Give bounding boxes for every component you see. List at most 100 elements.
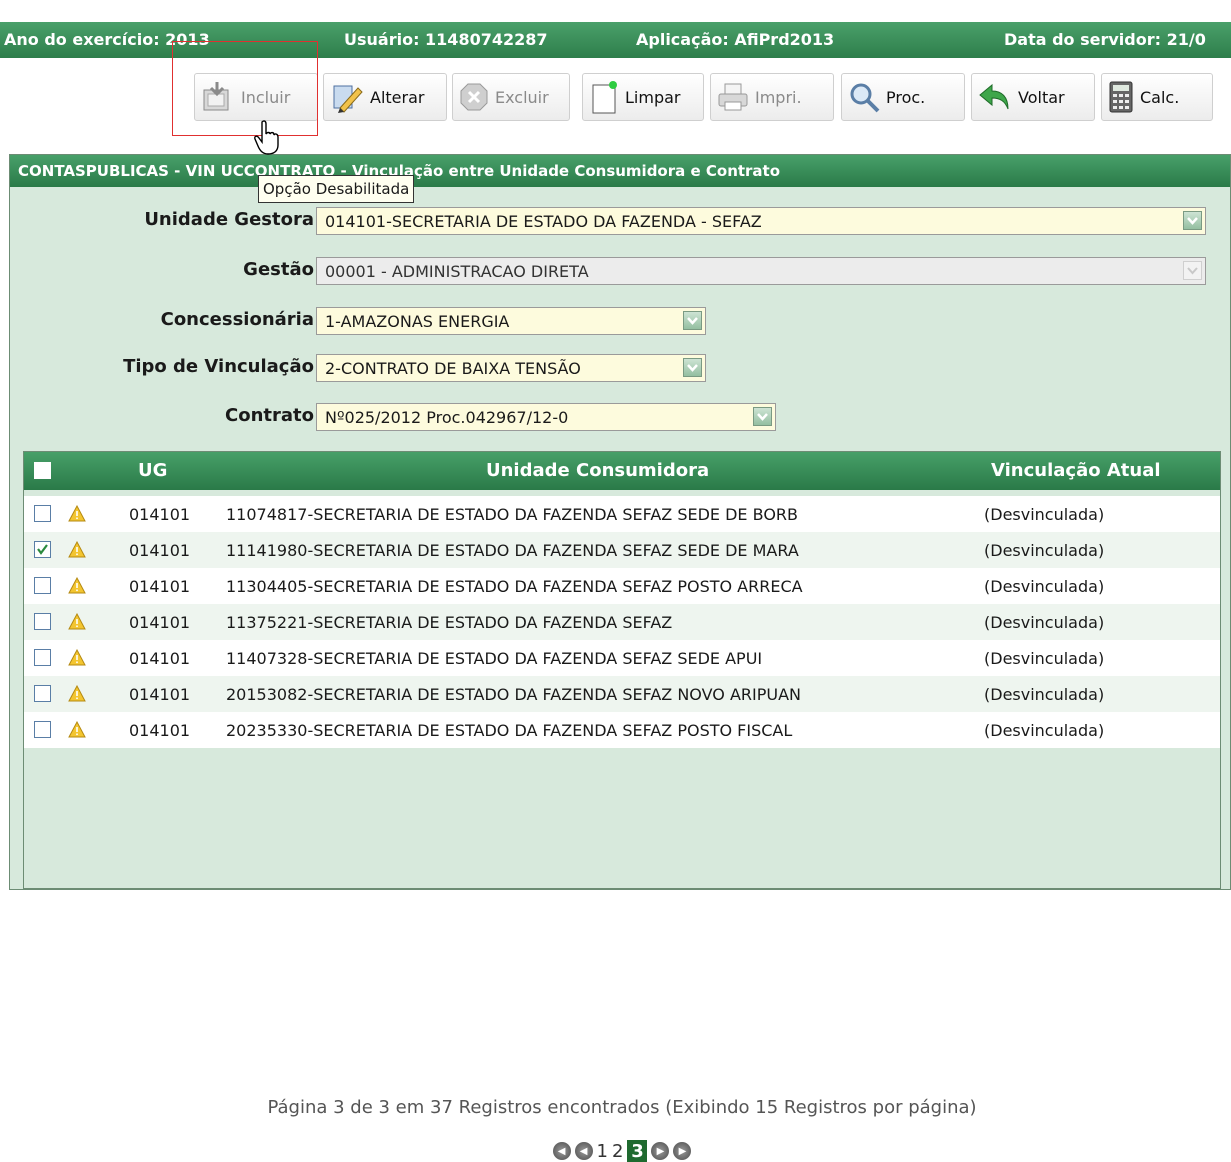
gestao-label: Gestão bbox=[243, 259, 314, 280]
calculator-icon bbox=[1109, 81, 1133, 113]
table-row[interactable]: 014101 20235330-SECRETARIA DE ESTADO DA F… bbox=[24, 712, 1220, 748]
row-vinculacao: (Desvinculada) bbox=[984, 685, 1105, 704]
table-row[interactable]: 014101 20153082-SECRETARIA DE ESTADO DA F… bbox=[24, 676, 1220, 712]
table-row[interactable]: 014101 11375221-SECRETARIA DE ESTADO DA F… bbox=[24, 604, 1220, 640]
row-vinculacao: (Desvinculada) bbox=[984, 721, 1105, 740]
table-row[interactable]: 014101 11407328-SECRETARIA DE ESTADO DA F… bbox=[24, 640, 1220, 676]
row-unidade: 11074817-SECRETARIA DE ESTADO DA FAZENDA… bbox=[226, 505, 799, 524]
row-checkbox[interactable] bbox=[34, 721, 51, 738]
excluir-button[interactable]: Excluir bbox=[452, 73, 570, 121]
warning-icon bbox=[68, 648, 86, 670]
warning-icon bbox=[68, 720, 86, 742]
page-current[interactable]: 3 bbox=[627, 1140, 648, 1162]
tipo-vinculacao-select[interactable]: 2-CONTRATO DE BAIXA TENSÃO bbox=[316, 354, 706, 382]
row-checkbox[interactable] bbox=[34, 649, 51, 666]
voltar-button[interactable]: Voltar bbox=[971, 73, 1095, 121]
main-panel: CONTASPUBLICAS - VIN UCCONTRATO - Vincul… bbox=[9, 154, 1231, 1162]
row-vinculacao: (Desvinculada) bbox=[984, 613, 1105, 632]
disabled-tooltip: Opção Desabilitada bbox=[258, 175, 415, 203]
limpar-button[interactable]: Limpar bbox=[582, 73, 704, 121]
unidade-gestora-label: Unidade Gestora bbox=[144, 209, 314, 230]
chevron-down-icon[interactable] bbox=[683, 311, 702, 330]
edit-icon bbox=[333, 85, 363, 113]
proc-button[interactable]: Proc. bbox=[841, 73, 965, 121]
alterar-button[interactable]: Alterar bbox=[323, 73, 447, 121]
delete-icon bbox=[460, 83, 488, 111]
data-servidor: Data do servidor: 21/0 bbox=[1004, 30, 1206, 49]
new-document-icon bbox=[592, 81, 617, 114]
search-icon bbox=[850, 83, 880, 113]
tipo-vinculacao-label: Tipo de Vinculação bbox=[123, 356, 314, 377]
chevron-down-icon[interactable] bbox=[753, 407, 772, 426]
concessionaria-label: Concessionária bbox=[160, 309, 314, 330]
excluir-label: Excluir bbox=[495, 87, 549, 107]
chevron-down-icon[interactable] bbox=[683, 358, 702, 377]
row-checkbox[interactable] bbox=[34, 613, 51, 630]
table-row[interactable]: 014101 11304405-SECRETARIA DE ESTADO DA F… bbox=[24, 568, 1220, 604]
pager: ◀ ◀ 1 2 3 ▶ ▶ bbox=[24, 1140, 1220, 1162]
row-ug: 014101 bbox=[129, 721, 191, 740]
row-ug: 014101 bbox=[129, 613, 191, 632]
row-ug: 014101 bbox=[129, 505, 191, 524]
next-page-icon[interactable]: ▶ bbox=[651, 1142, 670, 1160]
page-link-1[interactable]: 1 bbox=[597, 1141, 608, 1162]
row-unidade: 11141980-SECRETARIA DE ESTADO DA FAZENDA… bbox=[226, 541, 799, 560]
row-ug: 014101 bbox=[129, 685, 191, 704]
gestao-select[interactable]: 00001 - ADMINISTRACAO DIRETA bbox=[316, 257, 1206, 285]
row-vinculacao: (Desvinculada) bbox=[984, 505, 1105, 524]
table-row[interactable]: 014101 11074817-SECRETARIA DE ESTADO DA F… bbox=[24, 496, 1220, 532]
row-unidade: 11407328-SECRETARIA DE ESTADO DA FAZENDA… bbox=[226, 649, 763, 668]
unidade-gestora-select[interactable]: 014101-SECRETARIA DE ESTADO DA FAZENDA -… bbox=[316, 207, 1206, 235]
back-arrow-icon bbox=[979, 83, 1009, 110]
row-checkbox[interactable] bbox=[34, 577, 51, 594]
warning-icon bbox=[68, 576, 86, 598]
concessionaria-select[interactable]: 1-AMAZONAS ENERGIA bbox=[316, 307, 706, 335]
usuario: Usuário: 11480742287 bbox=[344, 30, 548, 49]
warning-icon bbox=[68, 540, 86, 562]
row-checkbox[interactable] bbox=[34, 505, 51, 522]
page-link-2[interactable]: 2 bbox=[612, 1141, 623, 1162]
row-vinculacao: (Desvinculada) bbox=[984, 541, 1105, 560]
row-ug: 014101 bbox=[129, 541, 191, 560]
chevron-down-icon[interactable] bbox=[1183, 211, 1202, 230]
contrato-value: Nº025/2012 Proc.042967/12-0 bbox=[325, 408, 569, 427]
row-vinculacao: (Desvinculada) bbox=[984, 649, 1105, 668]
voltar-label: Voltar bbox=[1018, 87, 1065, 107]
contrato-label: Contrato bbox=[225, 405, 314, 426]
calc-label: Calc. bbox=[1140, 87, 1180, 107]
table-row[interactable]: 014101 11141980-SECRETARIA DE ESTADO DA F… bbox=[24, 532, 1220, 568]
unidade-gestora-value: 014101-SECRETARIA DE ESTADO DA FAZENDA -… bbox=[325, 212, 762, 231]
proc-label: Proc. bbox=[886, 87, 926, 107]
warning-icon bbox=[68, 504, 86, 526]
row-checkbox[interactable] bbox=[34, 685, 51, 702]
header-ug: UG bbox=[138, 460, 168, 481]
warning-icon bbox=[68, 684, 86, 706]
hand-cursor-icon bbox=[254, 120, 279, 155]
row-checkbox[interactable] bbox=[34, 541, 51, 558]
warning-icon bbox=[68, 612, 86, 634]
alterar-label: Alterar bbox=[370, 87, 425, 107]
contrato-select[interactable]: Nº025/2012 Proc.042967/12-0 bbox=[316, 403, 776, 431]
row-unidade: 20153082-SECRETARIA DE ESTADO DA FAZENDA… bbox=[226, 685, 802, 704]
row-unidade: 11375221-SECRETARIA DE ESTADO DA FAZENDA… bbox=[226, 613, 673, 632]
concessionaria-value: 1-AMAZONAS ENERGIA bbox=[325, 312, 510, 331]
highlight-box bbox=[172, 41, 318, 136]
chevron-down-icon bbox=[1183, 261, 1202, 280]
imprimir-button[interactable]: Impri. bbox=[710, 73, 834, 121]
row-ug: 014101 bbox=[129, 577, 191, 596]
first-page-icon[interactable]: ◀ bbox=[552, 1142, 571, 1160]
imprimir-label: Impri. bbox=[755, 87, 802, 107]
pager-summary: Página 3 de 3 em 37 Registros encontrado… bbox=[267, 1097, 977, 1118]
header-vinculacao: Vinculação Atual bbox=[991, 460, 1161, 481]
last-page-icon[interactable]: ▶ bbox=[673, 1142, 692, 1160]
printer-icon bbox=[718, 83, 748, 111]
aplicacao: Aplicação: AfiPrd2013 bbox=[636, 30, 835, 49]
select-all-checkbox[interactable] bbox=[34, 462, 51, 479]
calc-button[interactable]: Calc. bbox=[1101, 73, 1213, 121]
prev-page-icon[interactable]: ◀ bbox=[574, 1142, 593, 1160]
header-unidade: Unidade Consumidora bbox=[486, 460, 710, 481]
grid-header: UG Unidade Consumidora Vinculação Atual bbox=[24, 452, 1220, 490]
row-ug: 014101 bbox=[129, 649, 191, 668]
row-vinculacao: (Desvinculada) bbox=[984, 577, 1105, 596]
row-unidade: 20235330-SECRETARIA DE ESTADO DA FAZENDA… bbox=[226, 721, 793, 740]
